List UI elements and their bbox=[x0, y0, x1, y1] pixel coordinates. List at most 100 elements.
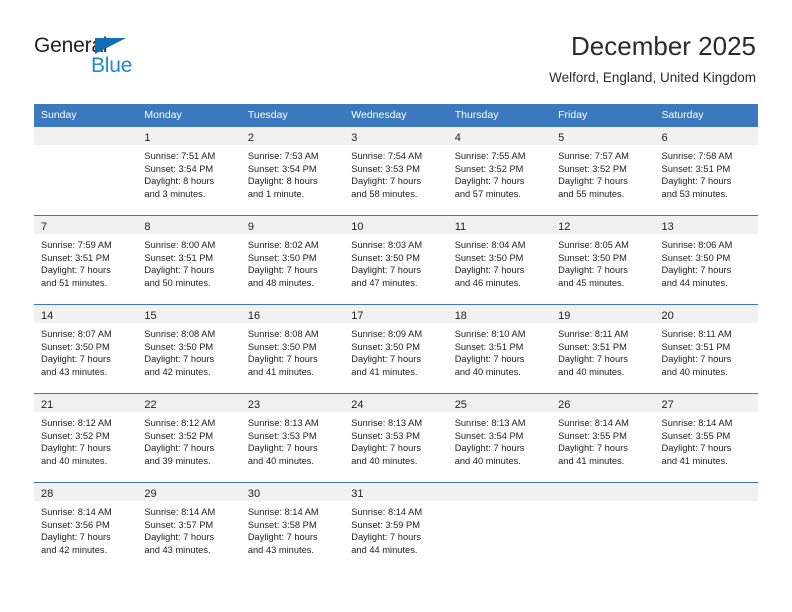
daylight-line-2: and 53 minutes. bbox=[661, 188, 728, 199]
day-number-band: 13 bbox=[654, 216, 758, 234]
day-cell-details: Sunrise: 8:13 AM Sunset: 3:53 PM Daylight:… bbox=[241, 412, 344, 467]
calendar-day-cell[interactable]: 5 Sunrise: 7:57 AM Sunset: 3:52 PM Daylight… bbox=[551, 126, 655, 216]
day-cell-inner: 15 Sunrise: 8:08 AM Sunset: 3:50 PM Dayligh… bbox=[137, 305, 241, 393]
daylight-line-1: Daylight: 7 hours bbox=[351, 176, 422, 187]
daylight-line-2: and 41 minutes. bbox=[558, 455, 625, 466]
calendar-day-cell[interactable]: 6 Sunrise: 7:58 AM Sunset: 3:51 PM Daylight… bbox=[654, 126, 758, 216]
day-cell-details: Sunrise: 7:54 AM Sunset: 3:53 PM Daylight:… bbox=[344, 145, 447, 200]
calendar-day-cell[interactable]: 29 Sunrise: 8:14 AM Sunset: 3:57 PM Dayligh… bbox=[137, 482, 241, 571]
calendar-day-cell[interactable]: 30 Sunrise: 8:14 AM Sunset: 3:58 PM Dayligh… bbox=[240, 482, 345, 571]
calendar-day-cell[interactable]: 1 Sunrise: 7:51 AM Sunset: 3:54 PM Daylight… bbox=[137, 126, 241, 216]
daylight-line-2: and 45 minutes. bbox=[558, 277, 625, 288]
calendar-day-cell[interactable]: 28 Sunrise: 8:14 AM Sunset: 3:56 PM Dayligh… bbox=[34, 482, 138, 571]
calendar-day-cell[interactable]: 24 Sunrise: 8:13 AM Sunset: 3:53 PM Dayligh… bbox=[344, 393, 448, 483]
calendar-day-cell[interactable]: 16 Sunrise: 8:08 AM Sunset: 3:50 PM Dayligh… bbox=[240, 304, 345, 394]
day-cell-inner: 22 Sunrise: 8:12 AM Sunset: 3:52 PM Dayligh… bbox=[137, 394, 241, 482]
calendar-empty-cell bbox=[654, 482, 758, 571]
day-cell-inner: 25 Sunrise: 8:13 AM Sunset: 3:54 PM Dayligh… bbox=[447, 394, 552, 482]
sunrise-line: Sunrise: 7:53 AM bbox=[247, 151, 319, 161]
sunset-line: Sunset: 3:50 PM bbox=[351, 252, 420, 263]
daylight-line-1: Daylight: 7 hours bbox=[247, 532, 318, 543]
title-block: December 2025 Welford, England, United K… bbox=[549, 30, 756, 88]
day-number: 26 bbox=[558, 399, 571, 411]
day-number-band: 19 bbox=[551, 305, 655, 323]
calendar-day-cell[interactable]: 31 Sunrise: 8:14 AM Sunset: 3:59 PM Dayligh… bbox=[344, 482, 448, 571]
daylight-line-1: Daylight: 7 hours bbox=[247, 354, 318, 365]
empty-day-band bbox=[447, 483, 552, 501]
day-cell-inner: 14 Sunrise: 8:07 AM Sunset: 3:50 PM Dayligh… bbox=[34, 305, 138, 393]
calendar-day-cell[interactable]: 25 Sunrise: 8:13 AM Sunset: 3:54 PM Dayligh… bbox=[447, 393, 552, 483]
calendar-day-cell[interactable]: 8 Sunrise: 8:00 AM Sunset: 3:51 PM Daylight… bbox=[137, 215, 241, 305]
day-cell-details: Sunrise: 8:08 AM Sunset: 3:50 PM Daylight:… bbox=[241, 323, 344, 378]
calendar-day-cell[interactable]: 19 Sunrise: 8:11 AM Sunset: 3:51 PM Dayligh… bbox=[551, 304, 655, 394]
day-cell-inner: 13 Sunrise: 8:06 AM Sunset: 3:50 PM Dayligh… bbox=[654, 216, 758, 304]
daylight-line-1: Daylight: 7 hours bbox=[351, 532, 422, 543]
daylight-line-1: Daylight: 7 hours bbox=[558, 176, 628, 187]
calendar-day-cell[interactable]: 14 Sunrise: 8:07 AM Sunset: 3:50 PM Dayligh… bbox=[34, 304, 138, 394]
calendar-empty-cell bbox=[551, 482, 655, 571]
daylight-line-1: Daylight: 7 hours bbox=[351, 354, 422, 365]
sunrise-line: Sunrise: 8:14 AM bbox=[247, 507, 319, 517]
calendar-day-cell[interactable]: 15 Sunrise: 8:08 AM Sunset: 3:50 PM Dayligh… bbox=[137, 304, 241, 394]
sunrise-line: Sunrise: 8:14 AM bbox=[144, 507, 216, 517]
day-cell-inner: 18 Sunrise: 8:10 AM Sunset: 3:51 PM Dayligh… bbox=[447, 305, 552, 393]
calendar-day-cell[interactable]: 23 Sunrise: 8:13 AM Sunset: 3:53 PM Dayligh… bbox=[240, 393, 345, 483]
daylight-line-1: Daylight: 7 hours bbox=[454, 265, 525, 276]
calendar-day-cell[interactable]: 2 Sunrise: 7:53 AM Sunset: 3:54 PM Daylight… bbox=[240, 126, 345, 216]
day-number-band: 2 bbox=[240, 127, 345, 145]
calendar-day-cell[interactable]: 22 Sunrise: 8:12 AM Sunset: 3:52 PM Dayligh… bbox=[137, 393, 241, 483]
calendar-day-cell[interactable]: 20 Sunrise: 8:11 AM Sunset: 3:51 PM Dayligh… bbox=[654, 304, 758, 394]
day-cell-details: Sunrise: 7:58 AM Sunset: 3:51 PM Daylight:… bbox=[655, 145, 758, 200]
daylight-line-1: Daylight: 7 hours bbox=[454, 176, 525, 187]
general-blue-logo: General Blue bbox=[34, 34, 164, 82]
calendar-day-cell[interactable]: 18 Sunrise: 8:10 AM Sunset: 3:51 PM Dayligh… bbox=[447, 304, 552, 394]
day-number-band: 24 bbox=[344, 394, 448, 412]
daylight-line-1: Daylight: 7 hours bbox=[41, 354, 111, 365]
day-cell-inner: 4 Sunrise: 7:55 AM Sunset: 3:52 PM Daylight… bbox=[447, 127, 552, 215]
daylight-line-1: Daylight: 8 hours bbox=[144, 176, 215, 187]
day-number: 10 bbox=[351, 221, 364, 233]
calendar-day-cell[interactable]: 17 Sunrise: 8:09 AM Sunset: 3:50 PM Dayligh… bbox=[344, 304, 448, 394]
sunrise-line: Sunrise: 8:08 AM bbox=[247, 329, 319, 339]
day-number: 31 bbox=[351, 488, 364, 500]
calendar-day-cell[interactable]: 4 Sunrise: 7:55 AM Sunset: 3:52 PM Daylight… bbox=[447, 126, 552, 216]
day-cell-inner: 16 Sunrise: 8:08 AM Sunset: 3:50 PM Dayligh… bbox=[240, 305, 345, 393]
calendar-day-cell[interactable]: 3 Sunrise: 7:54 AM Sunset: 3:53 PM Daylight… bbox=[344, 126, 448, 216]
day-cell-inner: 24 Sunrise: 8:13 AM Sunset: 3:53 PM Dayligh… bbox=[344, 394, 448, 482]
daylight-line-2: and 57 minutes. bbox=[454, 188, 521, 199]
daylight-line-2: and 41 minutes. bbox=[247, 366, 314, 377]
calendar-day-cell[interactable]: 26 Sunrise: 8:14 AM Sunset: 3:55 PM Dayligh… bbox=[551, 393, 655, 483]
calendar-day-cell[interactable]: 13 Sunrise: 8:06 AM Sunset: 3:50 PM Dayligh… bbox=[654, 215, 758, 305]
day-cell-details: Sunrise: 8:09 AM Sunset: 3:50 PM Daylight:… bbox=[344, 323, 447, 378]
calendar-day-cell[interactable]: 7 Sunrise: 7:59 AM Sunset: 3:51 PM Daylight… bbox=[34, 215, 138, 305]
daylight-line-1: Daylight: 7 hours bbox=[247, 443, 318, 454]
calendar-day-cell[interactable]: 9 Sunrise: 8:02 AM Sunset: 3:50 PM Daylight… bbox=[240, 215, 345, 305]
day-cell-details: Sunrise: 8:07 AM Sunset: 3:50 PM Daylight:… bbox=[34, 323, 137, 378]
day-cell-inner: 17 Sunrise: 8:09 AM Sunset: 3:50 PM Dayligh… bbox=[344, 305, 448, 393]
day-cell-inner: 27 Sunrise: 8:14 AM Sunset: 3:55 PM Dayligh… bbox=[654, 394, 758, 482]
calendar-week-row: 1 Sunrise: 7:51 AM Sunset: 3:54 PM Daylight… bbox=[34, 126, 758, 216]
day-number-band: 3 bbox=[344, 127, 448, 145]
sunrise-line: Sunrise: 8:09 AM bbox=[351, 329, 423, 339]
day-number: 8 bbox=[144, 221, 151, 233]
sunrise-line: Sunrise: 8:03 AM bbox=[351, 240, 423, 250]
day-cell-details: Sunrise: 8:14 AM Sunset: 3:55 PM Daylight:… bbox=[551, 412, 654, 467]
day-cell-details: Sunrise: 8:06 AM Sunset: 3:50 PM Daylight:… bbox=[655, 234, 758, 289]
calendar-day-cell[interactable]: 11 Sunrise: 8:04 AM Sunset: 3:50 PM Dayligh… bbox=[447, 215, 552, 305]
day-number-band: 31 bbox=[344, 483, 448, 501]
day-cell-inner: 2 Sunrise: 7:53 AM Sunset: 3:54 PM Daylight… bbox=[240, 127, 345, 215]
day-number: 24 bbox=[351, 399, 364, 411]
day-number-band: 6 bbox=[654, 127, 758, 145]
day-number-band: 29 bbox=[137, 483, 241, 501]
day-cell-inner: 3 Sunrise: 7:54 AM Sunset: 3:53 PM Daylight… bbox=[344, 127, 448, 215]
calendar-day-cell[interactable]: 10 Sunrise: 8:03 AM Sunset: 3:50 PM Dayligh… bbox=[344, 215, 448, 305]
calendar-day-cell[interactable]: 12 Sunrise: 8:05 AM Sunset: 3:50 PM Dayligh… bbox=[551, 215, 655, 305]
sunrise-line: Sunrise: 8:02 AM bbox=[247, 240, 319, 250]
calendar-day-cell[interactable]: 21 Sunrise: 8:12 AM Sunset: 3:52 PM Dayligh… bbox=[34, 393, 138, 483]
daylight-line-1: Daylight: 8 hours bbox=[247, 176, 318, 187]
day-cell-inner bbox=[551, 483, 655, 571]
day-number-band: 17 bbox=[344, 305, 448, 323]
day-number-band: 28 bbox=[34, 483, 138, 501]
day-cell-inner: 28 Sunrise: 8:14 AM Sunset: 3:56 PM Dayligh… bbox=[34, 483, 138, 571]
calendar-day-cell[interactable]: 27 Sunrise: 8:14 AM Sunset: 3:55 PM Dayligh… bbox=[654, 393, 758, 483]
